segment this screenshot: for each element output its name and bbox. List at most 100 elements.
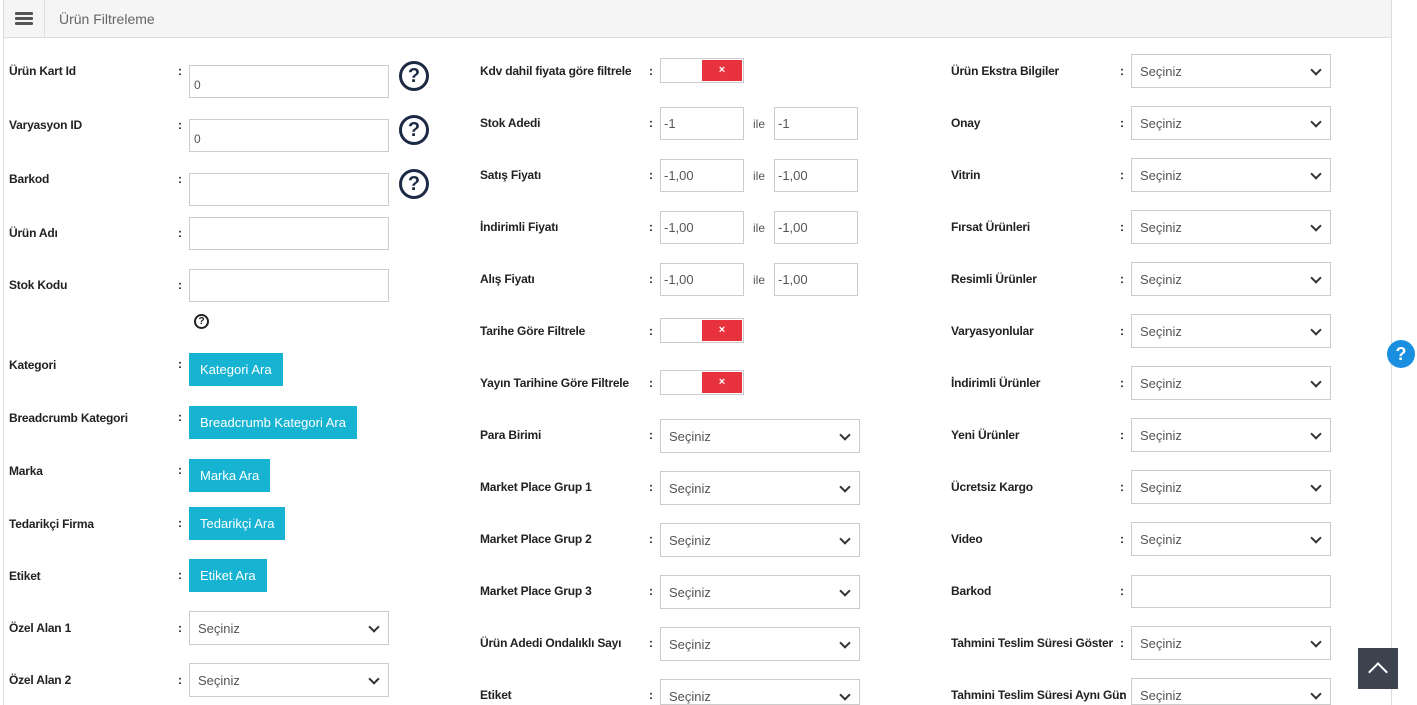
tag-search-button[interactable]: Etiket Ara [189,559,267,592]
colon: : [1120,168,1124,182]
delivery-same-day-select[interactable]: Seçiniz [1131,678,1331,705]
discounted-select[interactable]: Seçiniz [1131,366,1331,400]
barcode-2-input[interactable] [1131,575,1331,608]
chevron-down-icon [1310,116,1322,128]
discounted-price-to-input[interactable] [774,211,858,244]
label-brand: Marka [9,464,43,478]
sale-price-to-input[interactable] [774,159,858,192]
panel-header: Ürün Filtreleme [4,0,1391,38]
select-value: Seçiniz [669,481,711,496]
colon: : [649,64,653,78]
chevron-down-icon [1310,688,1322,700]
scroll-to-top-button[interactable] [1358,648,1398,689]
tag-select[interactable]: Seçiniz [660,679,860,705]
range-separator: ile [753,117,766,131]
select-value: Seçiniz [669,585,711,600]
decimal-quantity-select[interactable]: Seçiniz [660,627,860,661]
with-images-select[interactable]: Seçiniz [1131,262,1331,296]
help-icon[interactable]: ? [399,169,429,199]
stock-count-from-input[interactable] [660,107,744,140]
colon: : [649,636,653,650]
show-delivery-time-select[interactable]: Seçiniz [1131,626,1331,660]
video-select[interactable]: Seçiniz [1131,522,1331,556]
label-custom-field-1: Özel Alan 1 [9,621,72,635]
menu-toggle-button[interactable] [4,0,45,37]
product-card-id-input[interactable] [189,65,389,98]
label-decimal-quantity: Ürün Adedi Ondalıklı Sayı [480,636,622,650]
breadcrumb-category-search-button[interactable]: Breadcrumb Kategori Ara [189,406,357,439]
select-value: Seçiniz [1140,324,1182,339]
colon: : [649,584,653,598]
label-stock-count: Stok Adedi [480,116,541,130]
brand-search-button[interactable]: Marka Ara [189,459,271,492]
label-product-name: Ürün Adı [9,226,58,240]
mp-group-2-select[interactable]: Seçiniz [660,523,860,557]
publish-date-filter-toggle[interactable]: × [660,370,744,395]
stock-code-input[interactable] [189,269,389,302]
purchase-price-to-input[interactable] [774,263,858,296]
colon: : [1120,428,1124,442]
label-barcode: Barkod [9,172,50,186]
date-filter-toggle[interactable]: × [660,318,744,343]
colon: : [1120,116,1124,130]
label-barcode-2: Barkod [951,584,992,598]
help-icon[interactable]: ? [399,61,429,91]
colon: : [178,410,182,424]
product-name-input[interactable] [189,217,389,250]
colon: : [1120,636,1124,650]
help-float-icon[interactable]: ? [1387,340,1415,368]
select-value: Seçiniz [1140,428,1182,443]
free-shipping-select[interactable]: Seçiniz [1131,470,1331,504]
approval-select[interactable]: Seçiniz [1131,106,1331,140]
vat-filter-toggle[interactable]: × [660,58,744,83]
colon: : [178,357,182,371]
colon: : [649,480,653,494]
select-value: Seçiniz [198,673,240,688]
help-icon[interactable]: ? [194,314,209,329]
custom-field-1-select[interactable]: Seçiniz [189,611,389,645]
mp-group-1-select[interactable]: Seçiniz [660,471,860,505]
discounted-price-from-input[interactable] [660,211,744,244]
custom-field-2-select[interactable]: Seçiniz [189,663,389,697]
label-variation-id: Varyasyon ID [9,118,82,132]
extra-info-select[interactable]: Seçiniz [1131,54,1331,88]
new-products-select[interactable]: Seçiniz [1131,418,1331,452]
variations-select[interactable]: Seçiniz [1131,314,1331,348]
label-breadcrumb-category: Breadcrumb Kategori [9,411,128,425]
variation-id-input[interactable] [189,119,389,152]
category-search-button[interactable]: Kategori Ara [189,353,283,386]
range-separator: ile [753,169,766,183]
select-value: Seçiniz [669,689,711,704]
panel-title: Ürün Filtreleme [59,11,155,27]
label-discounted-price: İndirimli Fiyatı [480,220,559,234]
opportunity-select[interactable]: Seçiniz [1131,210,1331,244]
showcase-select[interactable]: Seçiniz [1131,158,1331,192]
supplier-search-button[interactable]: Tedarikçi Ara [189,507,286,540]
barcode-input[interactable] [189,173,389,206]
label-custom-field-2: Özel Alan 2 [9,673,72,687]
colon: : [178,568,182,582]
chevron-down-icon [1310,428,1322,440]
colon: : [178,64,182,78]
colon: : [178,516,182,530]
colon: : [649,532,653,546]
sale-price-from-input[interactable] [660,159,744,192]
colon: : [1120,64,1124,78]
select-value: Seçiniz [1140,480,1182,495]
label-delivery-same-day: Tahmini Teslim Süresi Aynı Gün [951,688,1127,702]
chevron-down-icon [839,481,851,493]
colon: : [1120,324,1124,338]
label-new-products: Yeni Ürünler [951,428,1020,442]
mp-group-3-select[interactable]: Seçiniz [660,575,860,609]
stock-count-to-input[interactable] [774,107,858,140]
purchase-price-from-input[interactable] [660,263,744,296]
help-icon[interactable]: ? [399,115,429,145]
label-vat-filter: Kdv dahil fiyata göre filtrele [480,64,632,78]
toggle-off-icon: × [702,60,742,81]
currency-select[interactable]: Seçiniz [660,419,860,453]
colon: : [1120,376,1124,390]
hamburger-icon [15,12,33,25]
colon: : [178,278,182,292]
chevron-down-icon [839,637,851,649]
label-stock-code: Stok Kodu [9,278,68,292]
